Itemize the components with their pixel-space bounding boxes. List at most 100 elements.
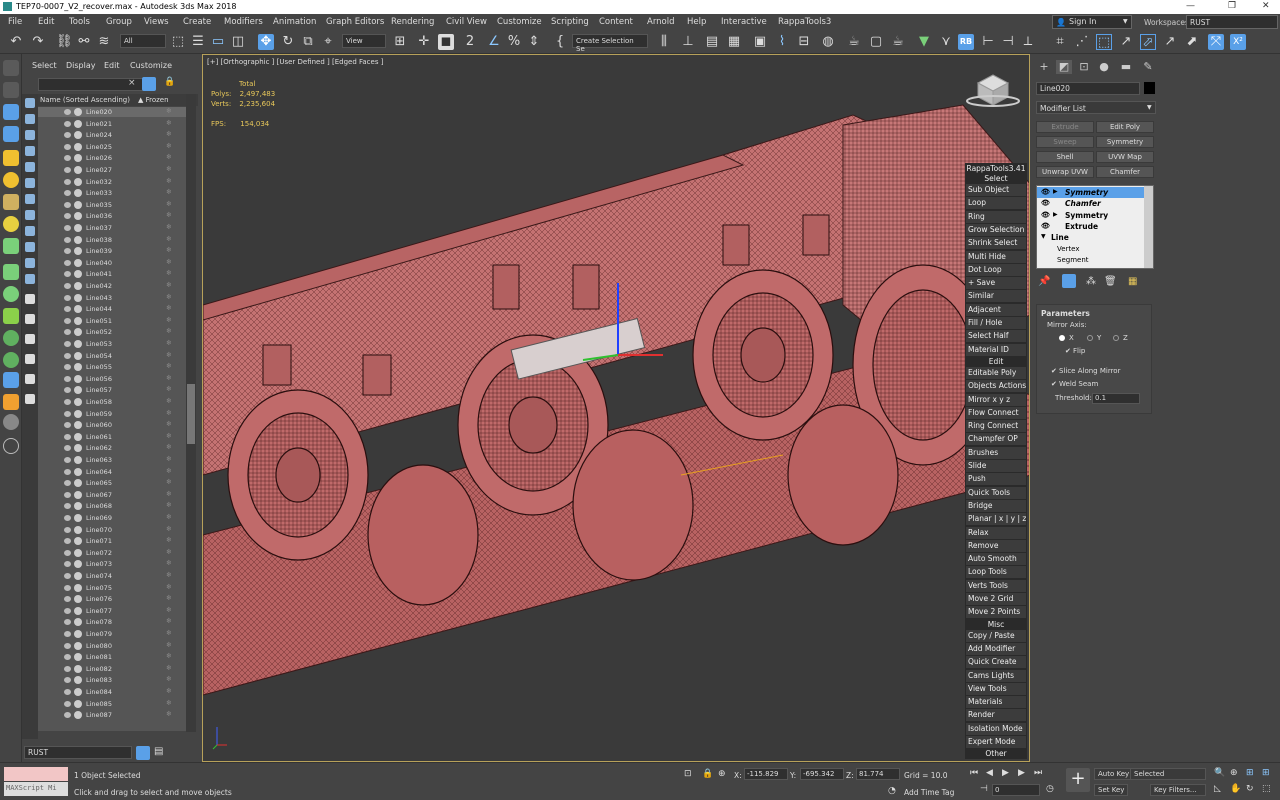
eye-icon[interactable]: 👁 bbox=[1041, 199, 1050, 207]
display-none-icon[interactable] bbox=[25, 334, 35, 344]
table-row[interactable]: Line057 ❄ bbox=[38, 385, 196, 395]
visibility-eye-icon[interactable] bbox=[64, 584, 71, 591]
freeze-toggle-icon[interactable]: ❄ bbox=[166, 710, 172, 718]
scale-icon[interactable]: ⧉ bbox=[300, 34, 316, 50]
axis-y-radio[interactable] bbox=[1087, 335, 1093, 341]
table-row[interactable]: Line025 ❄ bbox=[38, 142, 196, 152]
orbit-icon[interactable]: ↻ bbox=[1246, 784, 1254, 794]
plant-icon[interactable] bbox=[3, 264, 19, 280]
slice-checkbox[interactable]: ✔ bbox=[1051, 367, 1057, 375]
key-mode-dropdown[interactable]: Selected bbox=[1130, 768, 1206, 780]
link-icon[interactable]: ⛓ bbox=[56, 34, 73, 50]
modifier-button[interactable]: Edit Poly bbox=[1096, 121, 1154, 133]
modifier-button[interactable]: Sweep bbox=[1036, 136, 1094, 148]
table-row[interactable]: Line024 ❄ bbox=[38, 130, 196, 140]
stack-item[interactable]: 👁 ▶ Symmetry bbox=[1037, 187, 1145, 198]
rappa-select-button[interactable]: Ring bbox=[966, 210, 1026, 223]
stack-item[interactable]: ▼ Line bbox=[1037, 232, 1145, 243]
clover-icon[interactable] bbox=[3, 286, 19, 302]
table-row[interactable]: Line082 ❄ bbox=[38, 664, 196, 674]
tools-icon[interactable]: ⟂ bbox=[1020, 34, 1036, 50]
pivot-center-icon[interactable]: ⊞ bbox=[392, 34, 408, 50]
se-menu-edit[interactable]: Edit bbox=[104, 61, 120, 70]
eye-icon[interactable]: 👁 bbox=[1041, 188, 1050, 196]
filter-icon[interactable] bbox=[142, 77, 156, 91]
visibility-eye-icon[interactable] bbox=[64, 631, 71, 637]
table-row[interactable]: Line067 ❄ bbox=[38, 490, 196, 500]
workspace-select[interactable]: RUST bbox=[1186, 15, 1278, 29]
modifier-button[interactable]: UVW Map bbox=[1096, 151, 1154, 163]
visibility-eye-icon[interactable] bbox=[64, 120, 71, 127]
menu-animation[interactable]: Animation bbox=[273, 17, 316, 27]
globe-icon[interactable] bbox=[3, 330, 19, 346]
time-tag-icon[interactable]: ◔ bbox=[888, 786, 896, 796]
freeze-toggle-icon[interactable]: ❄ bbox=[166, 664, 172, 672]
freeze-toggle-icon[interactable]: ❄ bbox=[166, 362, 172, 370]
render-icon[interactable]: ☕ bbox=[890, 34, 906, 50]
table-row[interactable]: Line035 ❄ bbox=[38, 200, 196, 210]
redo-icon[interactable]: ↷ bbox=[30, 34, 46, 50]
pin-stack-icon[interactable]: 📌 bbox=[1038, 276, 1050, 287]
freeze-toggle-icon[interactable]: ❄ bbox=[166, 258, 172, 266]
rappa-misc-button[interactable]: Copy / Paste bbox=[966, 629, 1026, 642]
create-tab-icon[interactable]: + bbox=[1036, 60, 1052, 74]
named-selection-dropdown[interactable]: Create Selection Se bbox=[572, 34, 648, 53]
freeze-toggle-icon[interactable]: ❄ bbox=[166, 293, 172, 301]
parameters-title[interactable]: Parameters bbox=[1041, 309, 1090, 318]
table-row[interactable]: Line021 ❄ bbox=[38, 119, 196, 129]
visibility-eye-icon[interactable] bbox=[64, 607, 71, 614]
rappa-edit-button[interactable]: Remove bbox=[966, 539, 1026, 552]
freeze-toggle-icon[interactable]: ❄ bbox=[166, 525, 172, 533]
lights-icon[interactable] bbox=[3, 104, 19, 120]
rotate-icon[interactable]: ↻ bbox=[280, 34, 296, 50]
select-manipulate-icon[interactable]: ✛ bbox=[416, 34, 432, 50]
eye-icon[interactable]: 👁 bbox=[1041, 211, 1050, 219]
table-row[interactable]: Line071 ❄ bbox=[38, 536, 196, 546]
hierarchy-tab-icon[interactable]: ⊡ bbox=[1076, 60, 1092, 74]
menu-modifiers[interactable]: Modifiers bbox=[224, 17, 263, 27]
weld-checkbox[interactable]: ✔ bbox=[1051, 380, 1057, 388]
stack-item[interactable]: Segment bbox=[1037, 255, 1145, 266]
modifier-list-dropdown[interactable]: Modifier List ▼ bbox=[1036, 101, 1156, 114]
table-row[interactable]: Line041 ❄ bbox=[38, 269, 196, 279]
table-row[interactable]: Line043 ❄ bbox=[38, 293, 196, 303]
cameras-icon[interactable] bbox=[3, 126, 19, 142]
table-row[interactable]: Line038 ❄ bbox=[38, 235, 196, 245]
display-bones-icon[interactable] bbox=[25, 242, 35, 252]
time-config-icon[interactable]: ◷ bbox=[1046, 784, 1054, 794]
table-row[interactable]: Line077 ❄ bbox=[38, 606, 196, 616]
table-row[interactable]: Line061 ❄ bbox=[38, 432, 196, 442]
visibility-eye-icon[interactable] bbox=[64, 341, 71, 347]
visibility-eye-icon[interactable] bbox=[64, 294, 71, 301]
freeze-toggle-icon[interactable]: ❄ bbox=[166, 467, 172, 475]
key-filters-button[interactable]: Key Filters... bbox=[1150, 784, 1206, 796]
rappa-edit-button[interactable]: Flow Connect bbox=[966, 406, 1026, 419]
freeze-toggle-icon[interactable]: ❄ bbox=[166, 281, 172, 289]
stack-item[interactable]: 👁 Chamfer bbox=[1037, 198, 1145, 209]
menu-file[interactable]: File bbox=[8, 17, 22, 27]
maxscript-listener[interactable] bbox=[4, 767, 68, 781]
align-icon[interactable]: ⊥ bbox=[680, 34, 696, 50]
se-menu-display[interactable]: Display bbox=[66, 61, 96, 70]
table-row[interactable]: Line026 ❄ bbox=[38, 153, 196, 163]
motion-tab-icon[interactable]: ● bbox=[1096, 60, 1112, 74]
table-row[interactable]: Line068 ❄ bbox=[38, 501, 196, 511]
unlink-icon[interactable]: ⚯ bbox=[76, 34, 92, 50]
locomotive-bogie-model[interactable] bbox=[203, 55, 1030, 762]
expand-arrow-icon[interactable]: ▶ bbox=[1053, 211, 1058, 218]
scrollbar-thumb[interactable] bbox=[187, 384, 195, 444]
freeze-toggle-icon[interactable]: ❄ bbox=[166, 675, 172, 683]
freeze-toggle-icon[interactable]: ❄ bbox=[166, 629, 172, 637]
select-object-icon[interactable]: ⬚ bbox=[170, 34, 186, 50]
visibility-eye-icon[interactable] bbox=[64, 109, 71, 115]
display-all-icon[interactable] bbox=[25, 98, 35, 108]
display-invert-icon[interactable] bbox=[25, 354, 35, 364]
menu-tools[interactable]: Tools bbox=[69, 17, 90, 27]
rb-icon[interactable]: RB bbox=[958, 34, 974, 50]
freeze-toggle-icon[interactable]: ❄ bbox=[166, 385, 172, 393]
shapes-icon[interactable] bbox=[3, 82, 19, 98]
menu-scripting[interactable]: Scripting bbox=[551, 17, 589, 27]
display-spacewarps-icon[interactable] bbox=[25, 194, 35, 204]
table-row[interactable]: Line079 ❄ bbox=[38, 629, 196, 639]
table-row[interactable]: Line069 ❄ bbox=[38, 513, 196, 523]
